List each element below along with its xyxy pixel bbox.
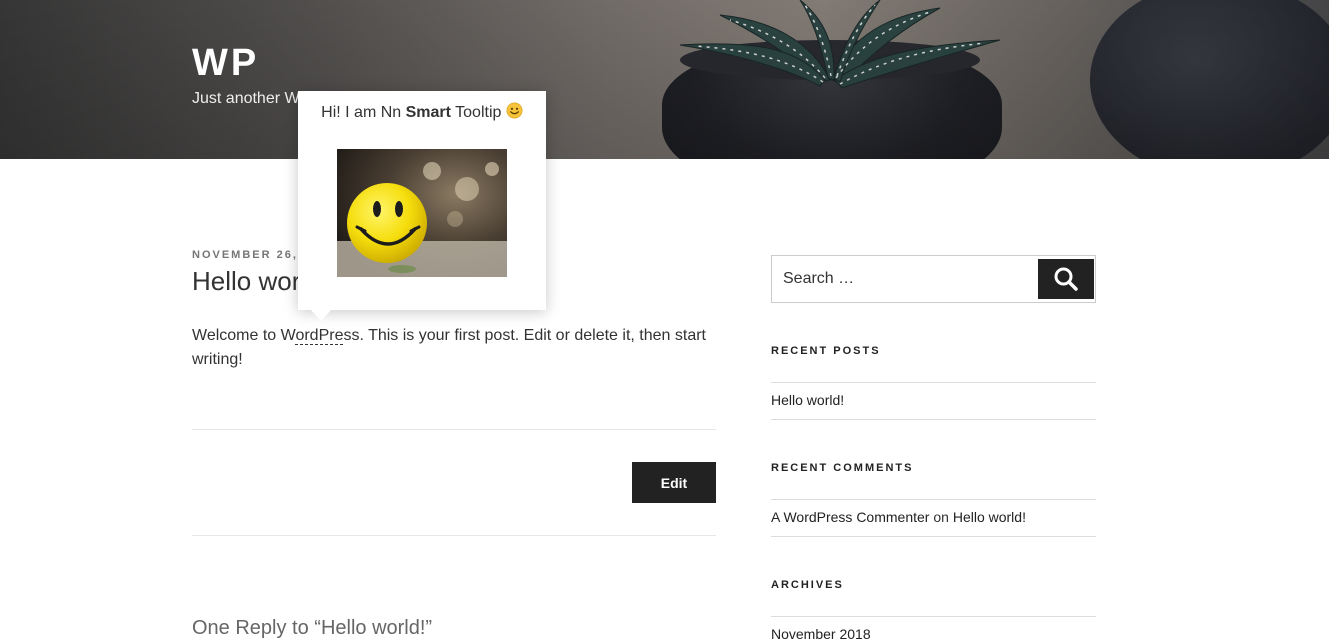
divider [192,429,716,430]
tooltip-text-prefix: Hi! I am Nn [321,104,406,121]
search-icon [1054,267,1078,291]
recent-post-item: Hello world! [771,392,844,408]
post-date[interactable]: NOVEMBER 26, [192,249,298,261]
site-header: WP Just another W [0,0,1329,159]
comments-heading: One Reply to “Hello world!” [192,617,433,639]
search-button[interactable] [1038,259,1094,299]
recent-comment-item: A WordPress Commenter on Hello world! [771,509,1026,525]
tooltip-trigger-word[interactable]: ordPre [295,327,344,345]
archive-item: November 2018 [771,626,871,642]
tooltip-text-suffix: Tooltip [450,104,502,121]
edit-button[interactable]: Edit [632,462,716,503]
tooltip-text: Hi! I am Nn Smart Tooltip [298,102,546,122]
post-paragraph: Welcome to WordPress. This is your first… [192,324,716,372]
tooltip-arrow [310,309,332,321]
smart-tooltip: Hi! I am Nn Smart Tooltip [298,91,546,310]
archives-title: ARCHIVES [771,579,844,591]
search-input[interactable] [772,256,1034,302]
tooltip-text-bold: Smart [405,104,451,121]
recent-posts-title: RECENT POSTS [771,345,881,357]
post-text-before: Welcome to W [192,327,296,344]
recent-comments-title: RECENT COMMENTS [771,462,914,474]
divider [771,536,1096,537]
post-content: Welcome to WordPress. This is your first… [192,324,716,372]
smiley-ball-image [337,149,507,277]
divider [771,419,1096,420]
comment-connector: on [933,509,949,525]
recent-post-link[interactable]: Hello world! [771,392,844,408]
search-form [771,255,1096,303]
divider [771,499,1096,500]
site-title[interactable]: WP [192,42,259,85]
post-title[interactable]: Hello wor [192,266,300,297]
divider [192,535,716,536]
divider [771,616,1096,617]
archive-link[interactable]: November 2018 [771,626,871,642]
smiley-emoji-icon [506,102,523,119]
comment-author-link[interactable]: A WordPress Commenter [771,509,929,525]
comment-post-link[interactable]: Hello world! [953,509,1026,525]
divider [771,382,1096,383]
site-description: Just another W [192,90,300,107]
